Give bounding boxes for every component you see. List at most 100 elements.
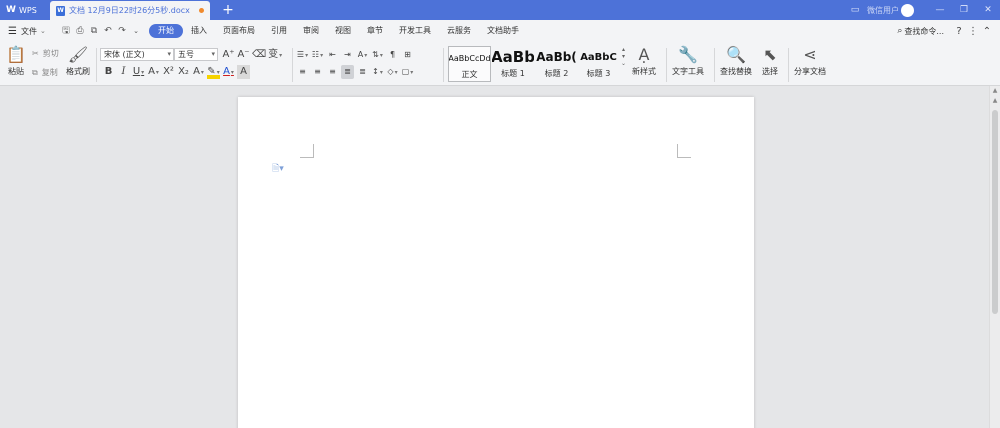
separator [788, 48, 789, 82]
font-name-select[interactable]: 宋体 (正文) ▾ [100, 48, 174, 61]
window-icon[interactable]: ▭ [843, 5, 867, 15]
collapse-ribbon-icon[interactable]: ⌃ [980, 26, 994, 37]
cut-button[interactable]: ✂ 剪切 [32, 48, 59, 59]
highlight-icon[interactable]: ✎ [207, 65, 220, 79]
chinese-layout-icon[interactable]: A [356, 48, 369, 62]
format-painter-button[interactable]: 🖌 格式刷 [66, 46, 90, 77]
copy-icon: ⧉ [32, 67, 38, 77]
search-icon: ⌕ [897, 26, 903, 36]
share-icon: ⋖ [803, 45, 817, 64]
font-size-select[interactable]: 五号 ▾ [174, 48, 218, 61]
text-tools-button[interactable]: 🔧 文字工具 [672, 46, 704, 77]
shading-icon[interactable]: ◇ [386, 65, 399, 79]
style-heading-3[interactable]: AaBbC 标题 3 [578, 46, 619, 82]
tab-home[interactable]: 开始 [149, 24, 183, 38]
tab-view[interactable]: 视图 [327, 24, 359, 38]
more-icon[interactable]: ⋮ [966, 26, 980, 37]
distribute-icon[interactable]: ≣ [356, 65, 369, 79]
character-shading-icon[interactable]: A [237, 65, 250, 79]
command-search-label: 查找命令... [904, 26, 944, 36]
italic-icon[interactable]: I [117, 65, 130, 79]
shrink-font-icon[interactable]: A⁻ [237, 48, 250, 62]
text-effects-icon[interactable]: A [192, 65, 205, 79]
scroll-up-page-icon[interactable]: ▲ [990, 96, 1000, 106]
underline-icon[interactable]: U [132, 65, 145, 79]
tab-page-layout[interactable]: 页面布局 [215, 24, 263, 38]
clear-format-icon[interactable]: ⌫ [252, 48, 266, 62]
style-normal[interactable]: AaBbCcDd 正文 [448, 46, 491, 82]
restore-icon[interactable]: ❐ [952, 5, 976, 15]
avatar[interactable] [901, 3, 914, 17]
show-marks-icon[interactable]: ¶ [386, 48, 399, 62]
paste-label: 粘贴 [7, 67, 24, 76]
bold-icon[interactable]: B [102, 65, 115, 79]
tab-review[interactable]: 审阅 [295, 24, 327, 38]
new-tab-button[interactable]: + [220, 2, 236, 18]
file-menu[interactable]: ☰ 文件 ⌄ [0, 26, 55, 37]
paste-icon: 📋 [6, 45, 26, 64]
font-color-icon[interactable]: A [222, 65, 235, 79]
superscript-icon[interactable]: X² [162, 65, 175, 79]
scrollbar-thumb[interactable] [992, 110, 998, 314]
menu-right-tools: ⌕ 查找命令... ? ⋮ ⌃ [897, 20, 994, 42]
subscript-icon[interactable]: X₂ [177, 65, 190, 79]
align-right-icon[interactable]: ≡ [326, 65, 339, 79]
ribbon-tabs: 开始 插入 页面布局 引用 审阅 视图 章节 开发工具 云服务 文档助手 [149, 24, 527, 38]
scroll-down-icon[interactable]: ▾ [622, 53, 625, 60]
find-replace-button[interactable]: 🔍 查找替换 [720, 46, 752, 77]
scroll-up-arrow-icon[interactable]: ▲ [990, 86, 1000, 96]
phonetic-guide-icon[interactable]: 变 [268, 48, 282, 62]
increase-indent-icon[interactable]: ⇥ [341, 48, 354, 62]
bullets-icon[interactable]: ☰ [296, 48, 309, 62]
select-button[interactable]: ⬉ 选择 [762, 46, 778, 77]
help-icon[interactable]: ? [952, 26, 966, 37]
line-spacing-icon[interactable]: ↕ [371, 65, 384, 79]
tab-insert[interactable]: 插入 [183, 24, 215, 38]
command-search[interactable]: ⌕ 查找命令... [897, 26, 944, 37]
style-heading-1-label: 标题 1 [501, 69, 525, 78]
tab-references[interactable]: 引用 [263, 24, 295, 38]
grow-font-icon[interactable]: A⁺ [222, 48, 235, 62]
expand-icon[interactable]: ⌄ [621, 60, 626, 67]
paragraph-tools-bottom: ≡ ≡ ≡ ≣ ≣ ↕ ◇ ▢ [296, 65, 416, 79]
share-document-button[interactable]: ⋖ 分享文档 [794, 46, 826, 77]
border-icon[interactable]: ▢ [401, 65, 414, 79]
tab-section[interactable]: 章节 [359, 24, 391, 38]
styles-scroll[interactable]: ▴ ▾ ⌄ [619, 46, 628, 82]
print-preview-icon[interactable]: ⧉ [87, 26, 101, 36]
table-icon[interactable]: ⊞ [401, 48, 414, 62]
print-icon[interactable]: ⎙ [73, 26, 87, 36]
sort-icon[interactable]: ⇅ [371, 48, 384, 62]
document-page[interactable]: 🗎▾ [238, 97, 754, 428]
tab-doc-assistant[interactable]: 文档助手 [479, 24, 527, 38]
document-tab[interactable]: W 文档 12月9日22时26分5秒.docx [50, 1, 210, 20]
user-name[interactable]: 微信用户 [867, 5, 899, 16]
tab-cloud[interactable]: 云服务 [439, 24, 479, 38]
align-left-icon[interactable]: ≡ [296, 65, 309, 79]
align-center-icon[interactable]: ≡ [311, 65, 324, 79]
close-icon[interactable]: ✕ [976, 5, 1000, 15]
wps-home-tab[interactable]: W WPS [0, 0, 48, 20]
justify-icon[interactable]: ≣ [341, 65, 354, 79]
decrease-indent-icon[interactable]: ⇤ [326, 48, 339, 62]
scroll-up-icon[interactable]: ▴ [622, 46, 625, 53]
paste-button[interactable]: 📋 粘贴 [6, 46, 26, 77]
style-heading-1[interactable]: AaBb 标题 1 [492, 46, 534, 82]
new-style-button[interactable]: Ạ 新样式 [632, 46, 656, 77]
numbering-icon[interactable]: ☷ [311, 48, 324, 62]
style-heading-2-preview: AaBb( [536, 50, 577, 64]
style-heading-2[interactable]: AaBb( 标题 2 [535, 46, 578, 82]
quick-access-toolbar: 🖫 ⎙ ⧉ ↶ ↷ ⌄ [59, 23, 143, 39]
tab-developer[interactable]: 开发工具 [391, 24, 439, 38]
copy-label: 复制 [41, 68, 58, 77]
undo-icon[interactable]: ↶ [101, 26, 115, 36]
copy-button[interactable]: ⧉ 复制 [32, 67, 58, 78]
save-icon[interactable]: 🖫 [59, 23, 73, 39]
strikethrough-icon[interactable]: A [147, 65, 160, 79]
paragraph-options-icon[interactable]: 🗎▾ [272, 161, 284, 177]
redo-icon[interactable]: ↷ [115, 26, 129, 36]
customize-icon[interactable]: ⌄ [129, 27, 143, 35]
style-heading-1-preview: AaBb [492, 48, 534, 66]
vertical-scrollbar[interactable]: ▲ ▲ [989, 86, 1000, 428]
minimize-icon[interactable]: — [928, 5, 952, 15]
